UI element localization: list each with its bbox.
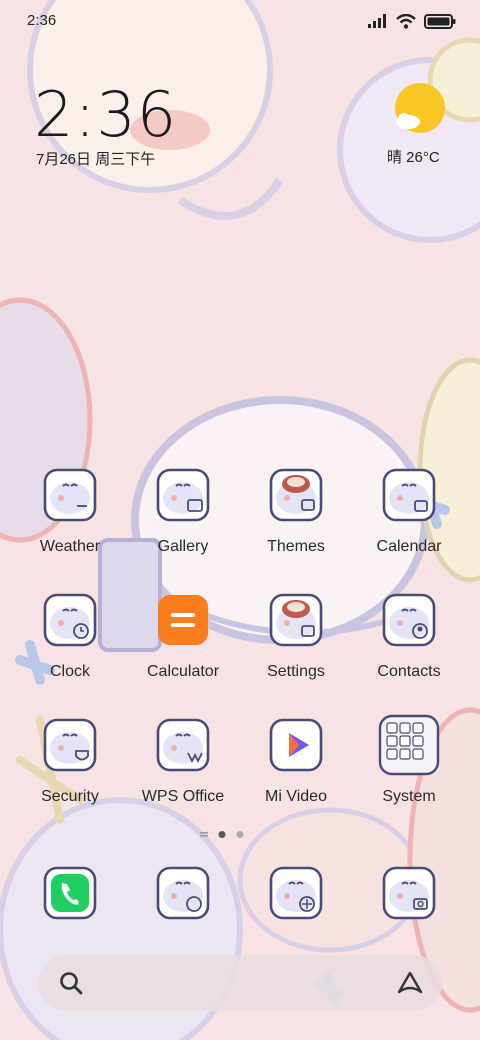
dock-phone[interactable] xyxy=(43,866,97,920)
app-system-folder[interactable]: System xyxy=(354,714,464,828)
app-label: Weather xyxy=(39,538,101,555)
app-label: WPS Office xyxy=(141,788,225,805)
themes-app-icon xyxy=(269,468,323,522)
app-settings[interactable]: Settings xyxy=(241,593,351,703)
app-mi-video[interactable]: Mi Video xyxy=(241,718,351,828)
clock-app-icon xyxy=(43,593,97,647)
app-label: Security xyxy=(41,788,99,805)
clock-widget-time[interactable]: 2:36 xyxy=(34,78,177,151)
app-wps-office[interactable]: WPS Office xyxy=(128,718,238,828)
page-indicator[interactable] xyxy=(196,828,256,842)
weather-widget-text: 晴 26°C xyxy=(387,149,440,166)
camera-app-icon xyxy=(382,866,436,920)
settings-app-icon xyxy=(269,593,323,647)
security-app-icon xyxy=(43,718,97,772)
browser-app-icon xyxy=(269,866,323,920)
signal-icon xyxy=(368,14,386,28)
search-bar[interactable] xyxy=(38,955,442,1011)
assistant-icon[interactable] xyxy=(396,970,424,996)
app-label: Settings xyxy=(267,663,325,680)
system-folder-icon xyxy=(378,714,440,776)
calculator-app-icon xyxy=(158,595,208,645)
wifi-icon xyxy=(396,13,416,29)
app-calendar[interactable]: Calendar xyxy=(354,468,464,578)
app-clock[interactable]: Clock xyxy=(15,593,125,703)
app-label: System xyxy=(382,788,436,805)
battery-icon xyxy=(424,13,456,29)
gallery-app-icon xyxy=(156,468,210,522)
mi-video-app-icon xyxy=(269,718,323,772)
app-label: Themes xyxy=(267,538,325,555)
wps-office-app-icon xyxy=(156,718,210,772)
app-gallery[interactable]: Gallery xyxy=(128,468,238,578)
phone-app-icon xyxy=(43,866,97,920)
app-label: Contacts xyxy=(377,663,441,680)
app-themes[interactable]: Themes xyxy=(241,468,351,578)
sun-cloud-icon xyxy=(395,83,445,133)
status-bar: 2:36 xyxy=(0,0,480,42)
status-time: 2:36 xyxy=(27,12,57,29)
clock-widget-date: 7月26日 周三下午 xyxy=(36,151,156,168)
app-security[interactable]: Security xyxy=(15,718,125,828)
app-label: Mi Video xyxy=(265,788,327,805)
app-contacts[interactable]: Contacts xyxy=(354,593,464,703)
app-label: Calendar xyxy=(376,538,442,555)
dock-messages[interactable] xyxy=(156,866,210,920)
app-label: Clock xyxy=(49,663,90,680)
weather-app-icon xyxy=(43,468,97,522)
app-calculator[interactable]: Calculator xyxy=(128,593,238,703)
contacts-app-icon xyxy=(382,593,436,647)
app-label: Gallery xyxy=(157,538,209,555)
dock-camera[interactable] xyxy=(382,866,436,920)
app-weather[interactable]: Weather xyxy=(15,468,125,578)
app-label: Calculator xyxy=(146,663,220,680)
search-icon[interactable] xyxy=(58,970,84,996)
calendar-app-icon xyxy=(382,468,436,522)
dock-browser[interactable] xyxy=(269,866,323,920)
messages-app-icon xyxy=(156,866,210,920)
